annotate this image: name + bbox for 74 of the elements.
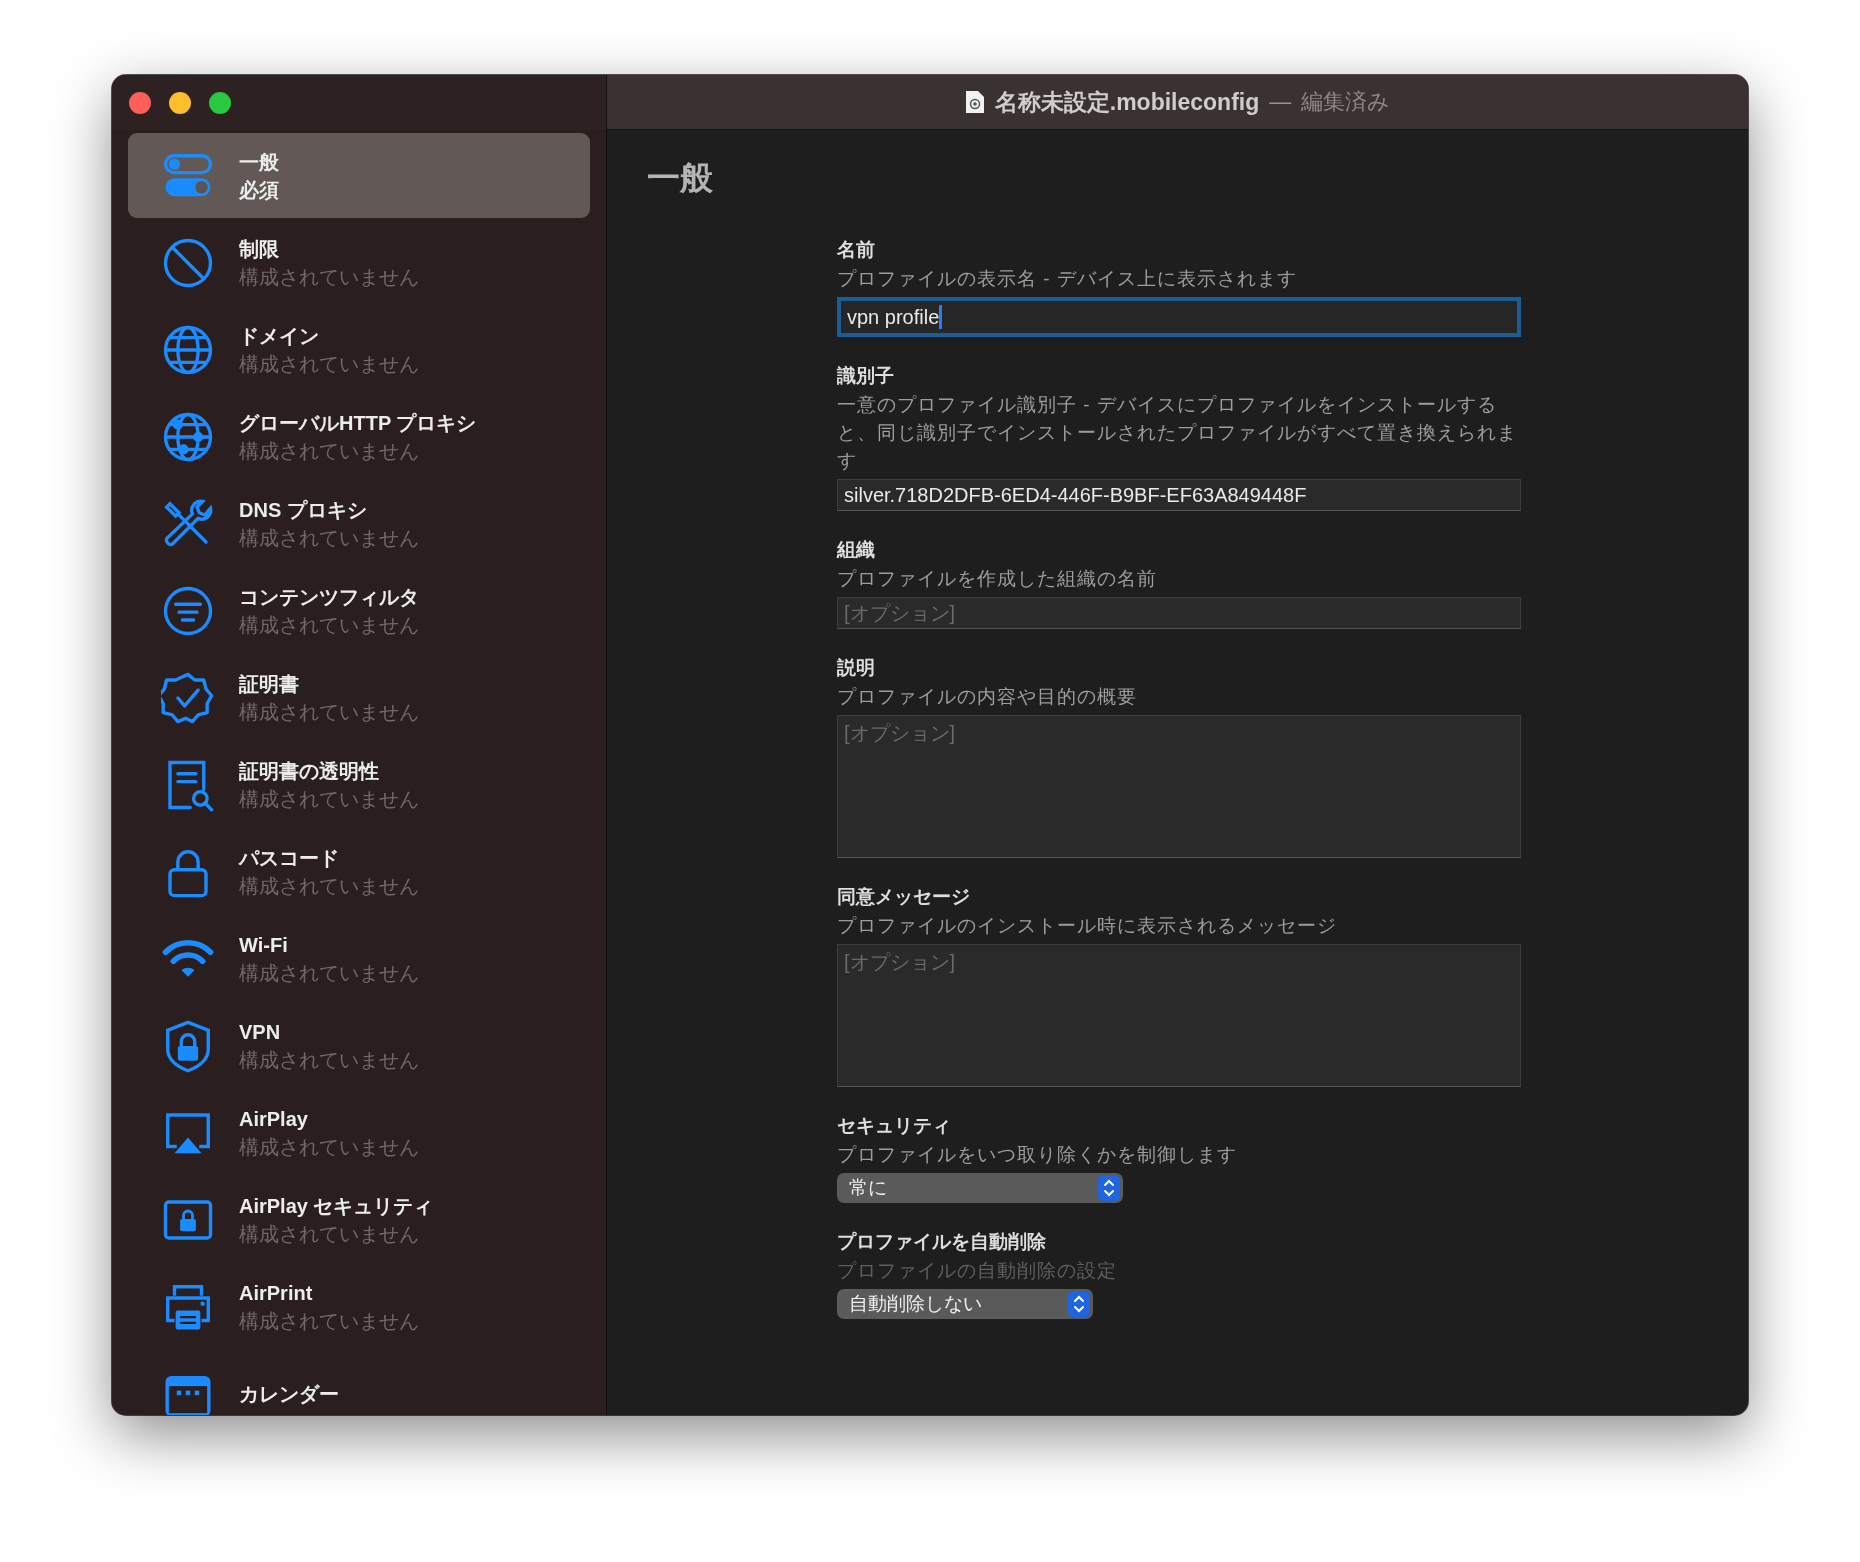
sidebar-item[interactable]: 証明書の透明性 構成されていません — [128, 742, 590, 827]
sidebar-item[interactable]: Wi-Fi 構成されていません — [128, 916, 590, 1001]
item-status: 構成されていません — [239, 699, 419, 725]
sidebar-item[interactable]: 証明書 構成されていません — [128, 655, 590, 740]
item-title: 一般 — [239, 149, 279, 175]
field-label: 説明 — [837, 656, 876, 680]
close-button[interactable] — [129, 91, 151, 114]
text-cursor — [939, 305, 943, 329]
item-status: 構成されていません — [239, 351, 419, 377]
field-label: 識別子 — [837, 364, 895, 388]
sidebar-item[interactable]: カレンダー — [128, 1351, 590, 1415]
sidebar-item[interactable]: 制限 構成されていません — [128, 220, 590, 305]
sidebar-item[interactable]: パスコード 構成されていません — [128, 829, 590, 914]
field-label: 同意メッセージ — [837, 885, 971, 909]
field-label: 組織 — [837, 538, 876, 562]
field-hint: プロファイルの表示名 - デバイス上に表示されます — [837, 267, 1298, 291]
sidebar-item[interactable]: AirPrint 構成されていません — [128, 1264, 590, 1349]
sidebar-item[interactable]: AirPlay セキュリティ 構成されていません — [128, 1177, 590, 1262]
check-badge-icon — [161, 670, 215, 725]
edited-status: 編集済み — [1301, 88, 1391, 116]
stepper-icon — [1068, 1291, 1090, 1317]
item-status: 構成されていません — [239, 612, 419, 638]
sidebar-item[interactable]: グローバルHTTP プロキシ 構成されていません — [128, 394, 590, 479]
popup-menu[interactable]: 自動削除しない — [837, 1289, 1093, 1319]
item-title: コンテンツフィルタ — [239, 584, 419, 610]
item-title: グローバルHTTP プロキシ — [239, 410, 477, 436]
title-separator: — — [1269, 89, 1292, 115]
item-title: 証明書の透明性 — [239, 758, 380, 784]
field-hint: プロファイルをいつ取り除くかを制御します — [837, 1143, 1238, 1167]
item-title: 証明書 — [239, 671, 300, 697]
item-status: 構成されていません — [239, 873, 419, 899]
item-title: VPN — [239, 1019, 282, 1045]
zoom-button[interactable] — [209, 91, 231, 114]
item-status: 構成されていません — [239, 264, 419, 290]
sidebar-item[interactable]: DNS プロキシ 構成されていません — [128, 481, 590, 566]
minimize-button[interactable] — [169, 91, 191, 114]
item-title: AirPlay — [239, 1106, 309, 1132]
item-title: ドメイン — [239, 323, 320, 349]
item-status: 構成されていません — [239, 1308, 419, 1334]
item-title: パスコード — [239, 845, 340, 871]
item-status: 構成されていません — [239, 786, 419, 812]
field-label: プロファイルを自動削除 — [837, 1230, 1047, 1254]
sidebar-item[interactable]: コンテンツフィルタ 構成されていません — [128, 568, 590, 653]
sidebar-item[interactable]: ドメイン 構成されていません — [128, 307, 590, 392]
field-hint: プロファイルのインストール時に表示されるメッセージ — [837, 914, 1338, 938]
item-status: 構成されていません — [239, 1047, 419, 1073]
text-field[interactable]: silver.718D2DFB-6ED4-446F-B9BF-EF63A849448F — [837, 479, 1521, 511]
item-status: 構成されていません — [239, 1134, 419, 1160]
item-status: 構成されていません — [239, 1221, 420, 1247]
field-label: 名前 — [837, 238, 876, 262]
sidebar-item[interactable]: AirPlay 構成されていません — [128, 1090, 590, 1175]
field-hint: 一意のプロファイル識別子 - デバイスにプロファイルをインストールすると、同じ識別子でインストールされたプロファイルがすべて置き換えられます — [837, 393, 1518, 473]
popup-menu[interactable]: 常に — [837, 1173, 1123, 1203]
stepper-icon — [1098, 1175, 1120, 1201]
item-status: 構成されていません — [239, 960, 419, 986]
item-title: 制限 — [239, 236, 280, 262]
sidebar-item[interactable]: VPN 構成されていません — [128, 1003, 590, 1088]
item-title: Wi-Fi — [239, 932, 289, 958]
field-hint: プロファイルを作成した組織の名前 — [837, 567, 1158, 591]
field-hint: プロファイルの内容や目的の概要 — [837, 685, 1138, 709]
item-title: AirPrint — [239, 1280, 314, 1306]
page-heading: 一般 — [647, 158, 714, 198]
field-label: セキュリティ — [837, 1114, 952, 1138]
item-status: 必須 — [239, 177, 279, 203]
item-title: DNS プロキシ — [239, 497, 368, 523]
item-title: AirPlay セキュリティ — [239, 1193, 434, 1219]
window-title: 名称未設定.mobileconfig — [994, 87, 1260, 117]
document-icon — [964, 90, 985, 114]
field-hint: プロファイルの自動削除の設定 — [837, 1259, 1118, 1283]
item-status: 構成されていません — [239, 525, 419, 551]
item-status: 構成されていません — [239, 438, 420, 464]
sidebar-item[interactable]: 一般 必須 — [128, 133, 590, 218]
text-field[interactable]: vpn profile — [837, 297, 1521, 337]
item-title: カレンダー — [239, 1381, 339, 1407]
